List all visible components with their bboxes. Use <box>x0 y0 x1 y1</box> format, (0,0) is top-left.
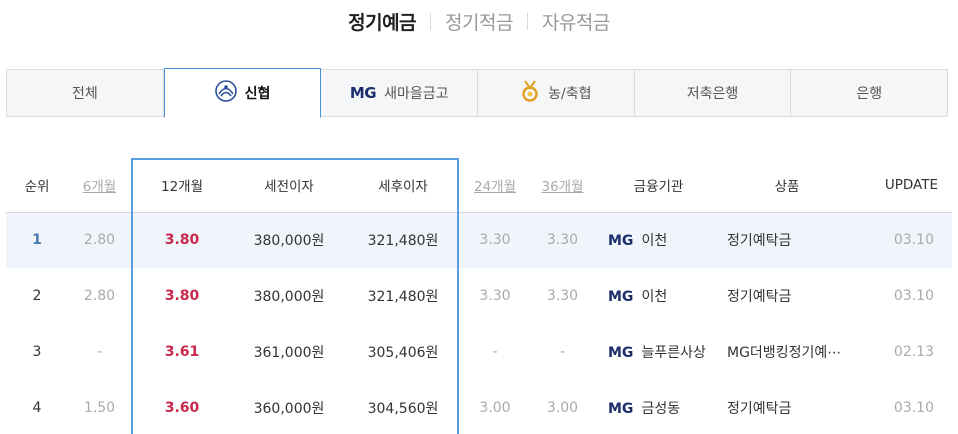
header-12m: 12개월 <box>131 158 233 213</box>
rate-24m-cell: 3.30 <box>479 288 511 304</box>
product-cell[interactable]: 정기예탁금 <box>721 380 853 434</box>
tab-savings-bank[interactable]: 저축은행 <box>634 69 792 117</box>
rank-cell: 2 <box>32 288 42 304</box>
rate-12m-cell: 3.61 <box>164 344 200 360</box>
rate-table: 순위 6개월 12개월 세전이자 세후이자 24개월 36개월 금융기관 상품 … <box>6 158 952 434</box>
rate-36m-cell: 3.30 <box>546 288 579 304</box>
tab-bank[interactable]: 은행 <box>791 69 949 117</box>
rank-cell: 3 <box>32 344 42 360</box>
table-row[interactable]: 4 1.50 3.60 360,000원 304,560원 3.00 3.00 … <box>6 380 952 434</box>
rate-36m-cell: 3.30 <box>529 212 596 268</box>
mg-logo-icon: MG <box>608 345 634 361</box>
update-cell: 03.10 <box>853 212 952 268</box>
institution-cell[interactable]: MG 늘푸른사상 <box>596 324 721 380</box>
table-header-row: 순위 6개월 12개월 세전이자 세후이자 24개월 36개월 금융기관 상품 … <box>6 158 952 213</box>
tab-installment-savings[interactable]: 정기적금 <box>431 8 527 35</box>
header-6m[interactable]: 6개월 <box>68 158 131 213</box>
header-pre-tax: 세전이자 <box>233 158 345 213</box>
rank-cell: 1 <box>6 212 68 268</box>
mg-logo-icon: MG <box>608 289 634 305</box>
header-institution: 금융기관 <box>596 158 721 213</box>
tab-free-savings[interactable]: 자유적금 <box>528 8 624 35</box>
update-cell: 03.10 <box>893 400 934 416</box>
header-post-tax: 세후이자 <box>345 158 461 213</box>
rate-24m-cell: 3.00 <box>479 400 511 416</box>
shinhyup-logo-icon <box>214 80 237 106</box>
tab-label: 은행 <box>856 86 883 102</box>
rate-12m-cell: 3.60 <box>164 400 200 416</box>
rate-24m-cell: - <box>492 344 498 360</box>
tab-label: 전체 <box>71 86 98 102</box>
tab-label: 새마을금고 <box>384 86 449 102</box>
tab-saemaeul[interactable]: MG 새마을금고 <box>321 69 479 117</box>
table-row[interactable]: 1 2.80 3.80 380,000원 321,480원 3.30 3.30 … <box>6 212 952 268</box>
header-24m[interactable]: 24개월 <box>461 158 529 213</box>
pre-tax-cell: 380,000원 <box>253 289 325 305</box>
institution-tabs: 전체 신협 MG 새마을금고 농/축협 저축은행 은행 <box>6 68 949 118</box>
header-update: UPDATE <box>853 158 952 213</box>
product-cell[interactable]: 정기예탁금 <box>721 268 853 324</box>
rate-6m-cell: 2.80 <box>83 288 116 304</box>
nonghyup-logo-icon <box>520 80 540 106</box>
mg-logo-icon: MG <box>349 84 377 102</box>
rate-12m-cell: 3.80 <box>164 288 200 304</box>
product-cell[interactable]: 정기예탁금 <box>721 212 853 268</box>
rate-24m-cell: 3.30 <box>461 212 529 268</box>
pre-tax-cell: 380,000원 <box>233 212 345 268</box>
rate-6m-cell: - <box>96 344 103 360</box>
update-cell: 02.13 <box>893 344 934 360</box>
table-row[interactable]: 2 2.80 3.80 380,000원 321,480원 3.30 3.30 … <box>6 268 952 324</box>
institution-name: 늘푸른사상 <box>641 345 706 361</box>
post-tax-cell: 321,480원 <box>367 289 439 305</box>
rate-12m-cell: 3.80 <box>131 212 233 268</box>
tab-all[interactable]: 전체 <box>6 69 164 117</box>
post-tax-cell: 321,480원 <box>345 212 461 268</box>
update-cell: 03.10 <box>893 288 934 304</box>
rate-table-wrapper: 순위 6개월 12개월 세전이자 세후이자 24개월 36개월 금융기관 상품 … <box>6 158 952 434</box>
table-row[interactable]: 3 - 3.61 361,000원 305,406원 - - MG 늘푸른사상 M… <box>6 324 952 380</box>
rate-6m-cell: 2.80 <box>68 212 131 268</box>
header-36m[interactable]: 36개월 <box>529 158 596 213</box>
mg-logo-icon: MG <box>608 233 634 250</box>
institution-name: 금성동 <box>641 401 681 417</box>
product-cell[interactable]: MG더뱅킹정기예⋯ <box>721 324 853 380</box>
post-tax-cell: 304,560원 <box>367 401 439 417</box>
institution-name: 이천 <box>641 289 668 305</box>
tab-label: 농/축협 <box>548 86 592 102</box>
rate-36m-cell: - <box>559 344 566 360</box>
product-type-tabs: 정기예금 정기적금 자유적금 <box>0 6 958 36</box>
tab-label: 신협 <box>244 86 271 102</box>
header-product: 상품 <box>721 158 853 213</box>
tab-shinhyup[interactable]: 신협 <box>163 68 322 118</box>
rank-cell: 4 <box>32 400 42 416</box>
institution-name: 이천 <box>641 233 668 250</box>
header-rank: 순위 <box>6 158 68 213</box>
tab-fixed-deposit[interactable]: 정기예금 <box>334 8 430 35</box>
pre-tax-cell: 361,000원 <box>253 345 325 361</box>
mg-logo-icon: MG <box>608 401 634 417</box>
post-tax-cell: 305,406원 <box>367 345 439 361</box>
institution-cell[interactable]: MG 금성동 <box>596 380 721 434</box>
rate-36m-cell: 3.00 <box>546 400 579 416</box>
pre-tax-cell: 360,000원 <box>253 401 325 417</box>
tab-label: 저축은행 <box>686 86 739 102</box>
institution-cell[interactable]: MG 이천 <box>596 212 721 268</box>
tab-nonghyup[interactable]: 농/축협 <box>478 69 635 117</box>
institution-cell[interactable]: MG 이천 <box>596 268 721 324</box>
rate-6m-cell: 1.50 <box>83 400 116 416</box>
